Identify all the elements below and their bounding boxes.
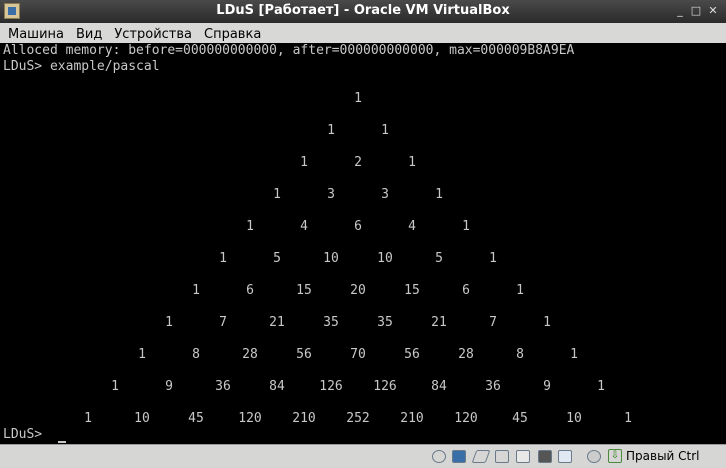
pascal-value: 120 xyxy=(238,411,262,426)
pascal-value: 1 xyxy=(435,187,443,202)
pascal-value: 7 xyxy=(489,315,497,330)
console-memory-line: Alloced memory: before=000000000000, aft… xyxy=(3,43,575,58)
pascal-value: 1 xyxy=(462,219,470,234)
usb-icon[interactable] xyxy=(471,450,491,463)
pascal-value: 10 xyxy=(134,411,150,426)
title-bar[interactable]: LDuS [Работает] - Oracle VM VirtualBox _… xyxy=(0,0,726,23)
mouse-integration-icon[interactable] xyxy=(587,450,601,463)
host-key-icon: ⇩ xyxy=(608,449,622,463)
optical-drive-icon[interactable] xyxy=(432,450,446,463)
pascal-value: 8 xyxy=(192,347,200,362)
floppy-icon[interactable] xyxy=(452,450,466,463)
maximize-icon[interactable]: □ xyxy=(689,4,703,18)
pascal-value: 1 xyxy=(219,251,227,266)
pascal-value: 1 xyxy=(381,123,389,138)
minimize-icon[interactable]: _ xyxy=(673,4,687,18)
pascal-value: 8 xyxy=(516,347,524,362)
pascal-value: 1 xyxy=(273,187,281,202)
pascal-value: 1 xyxy=(300,155,308,170)
pascal-value: 56 xyxy=(404,347,420,362)
pascal-value: 210 xyxy=(400,411,424,426)
pascal-value: 3 xyxy=(327,187,335,202)
pascal-value: 10 xyxy=(566,411,582,426)
pascal-value: 1 xyxy=(327,123,335,138)
pascal-value: 1 xyxy=(570,347,578,362)
console-prompt: LDuS> xyxy=(3,427,43,442)
pascal-value: 45 xyxy=(188,411,204,426)
pascal-value: 1 xyxy=(111,379,119,394)
pascal-value: 84 xyxy=(269,379,285,394)
pascal-value: 70 xyxy=(350,347,366,362)
display-icon[interactable] xyxy=(538,450,552,463)
pascal-value: 2 xyxy=(354,155,362,170)
pascal-value: 3 xyxy=(381,187,389,202)
pascal-value: 84 xyxy=(431,379,447,394)
pascal-value: 20 xyxy=(350,283,366,298)
pascal-value: 210 xyxy=(292,411,316,426)
pascal-value: 21 xyxy=(269,315,285,330)
video-capture-icon[interactable] xyxy=(558,450,572,463)
pascal-value: 1 xyxy=(624,411,632,426)
pascal-value: 1 xyxy=(138,347,146,362)
host-key-label: Правый Ctrl xyxy=(626,449,700,463)
pascal-value: 1 xyxy=(165,315,173,330)
pascal-value: 5 xyxy=(435,251,443,266)
pascal-value: 1 xyxy=(516,283,524,298)
pascal-value: 36 xyxy=(485,379,501,394)
pascal-value: 28 xyxy=(458,347,474,362)
window-title: LDuS [Работает] - Oracle VM VirtualBox xyxy=(216,3,510,18)
pascal-value: 7 xyxy=(219,315,227,330)
menu-view[interactable]: Вид xyxy=(70,25,108,42)
menu-machine[interactable]: Машина xyxy=(0,25,70,42)
pascal-value: 4 xyxy=(408,219,416,234)
pascal-value: 10 xyxy=(323,251,339,266)
menu-help[interactable]: Справка xyxy=(198,25,267,42)
pascal-value: 252 xyxy=(346,411,370,426)
pascal-value: 1 xyxy=(597,379,605,394)
menu-devices[interactable]: Устройства xyxy=(108,25,198,42)
pascal-value: 5 xyxy=(273,251,281,266)
pascal-value: 21 xyxy=(431,315,447,330)
menu-bar: Машина Вид Устройства Справка xyxy=(0,23,726,44)
pascal-value: 15 xyxy=(404,283,420,298)
pascal-value: 126 xyxy=(319,379,343,394)
status-bar: ⇩ Правый Ctrl xyxy=(0,444,726,468)
close-icon[interactable]: ✕ xyxy=(706,4,720,18)
pascal-value: 9 xyxy=(543,379,551,394)
pascal-value: 45 xyxy=(512,411,528,426)
pascal-value: 9 xyxy=(165,379,173,394)
console-command-line: LDuS> example/pascal xyxy=(3,59,160,74)
pascal-value: 6 xyxy=(246,283,254,298)
pascal-value: 36 xyxy=(215,379,231,394)
pascal-value: 1 xyxy=(489,251,497,266)
text-cursor xyxy=(58,441,66,443)
network-icon[interactable] xyxy=(495,450,509,463)
pascal-value: 1 xyxy=(354,91,362,106)
pascal-value: 15 xyxy=(296,283,312,298)
shared-folder-icon[interactable] xyxy=(516,450,530,463)
pascal-value: 6 xyxy=(354,219,362,234)
pascal-value: 28 xyxy=(242,347,258,362)
pascal-value: 1 xyxy=(246,219,254,234)
pascal-value: 1 xyxy=(84,411,92,426)
pascal-value: 1 xyxy=(543,315,551,330)
vm-console-screen[interactable]: Alloced memory: before=000000000000, aft… xyxy=(0,43,726,444)
pascal-value: 35 xyxy=(377,315,393,330)
pascal-value: 4 xyxy=(300,219,308,234)
pascal-value: 1 xyxy=(408,155,416,170)
pascal-value: 126 xyxy=(373,379,397,394)
pascal-value: 6 xyxy=(462,283,470,298)
pascal-value: 56 xyxy=(296,347,312,362)
pascal-value: 35 xyxy=(323,315,339,330)
pascal-value: 1 xyxy=(192,283,200,298)
pascal-value: 120 xyxy=(454,411,478,426)
pascal-value: 10 xyxy=(377,251,393,266)
